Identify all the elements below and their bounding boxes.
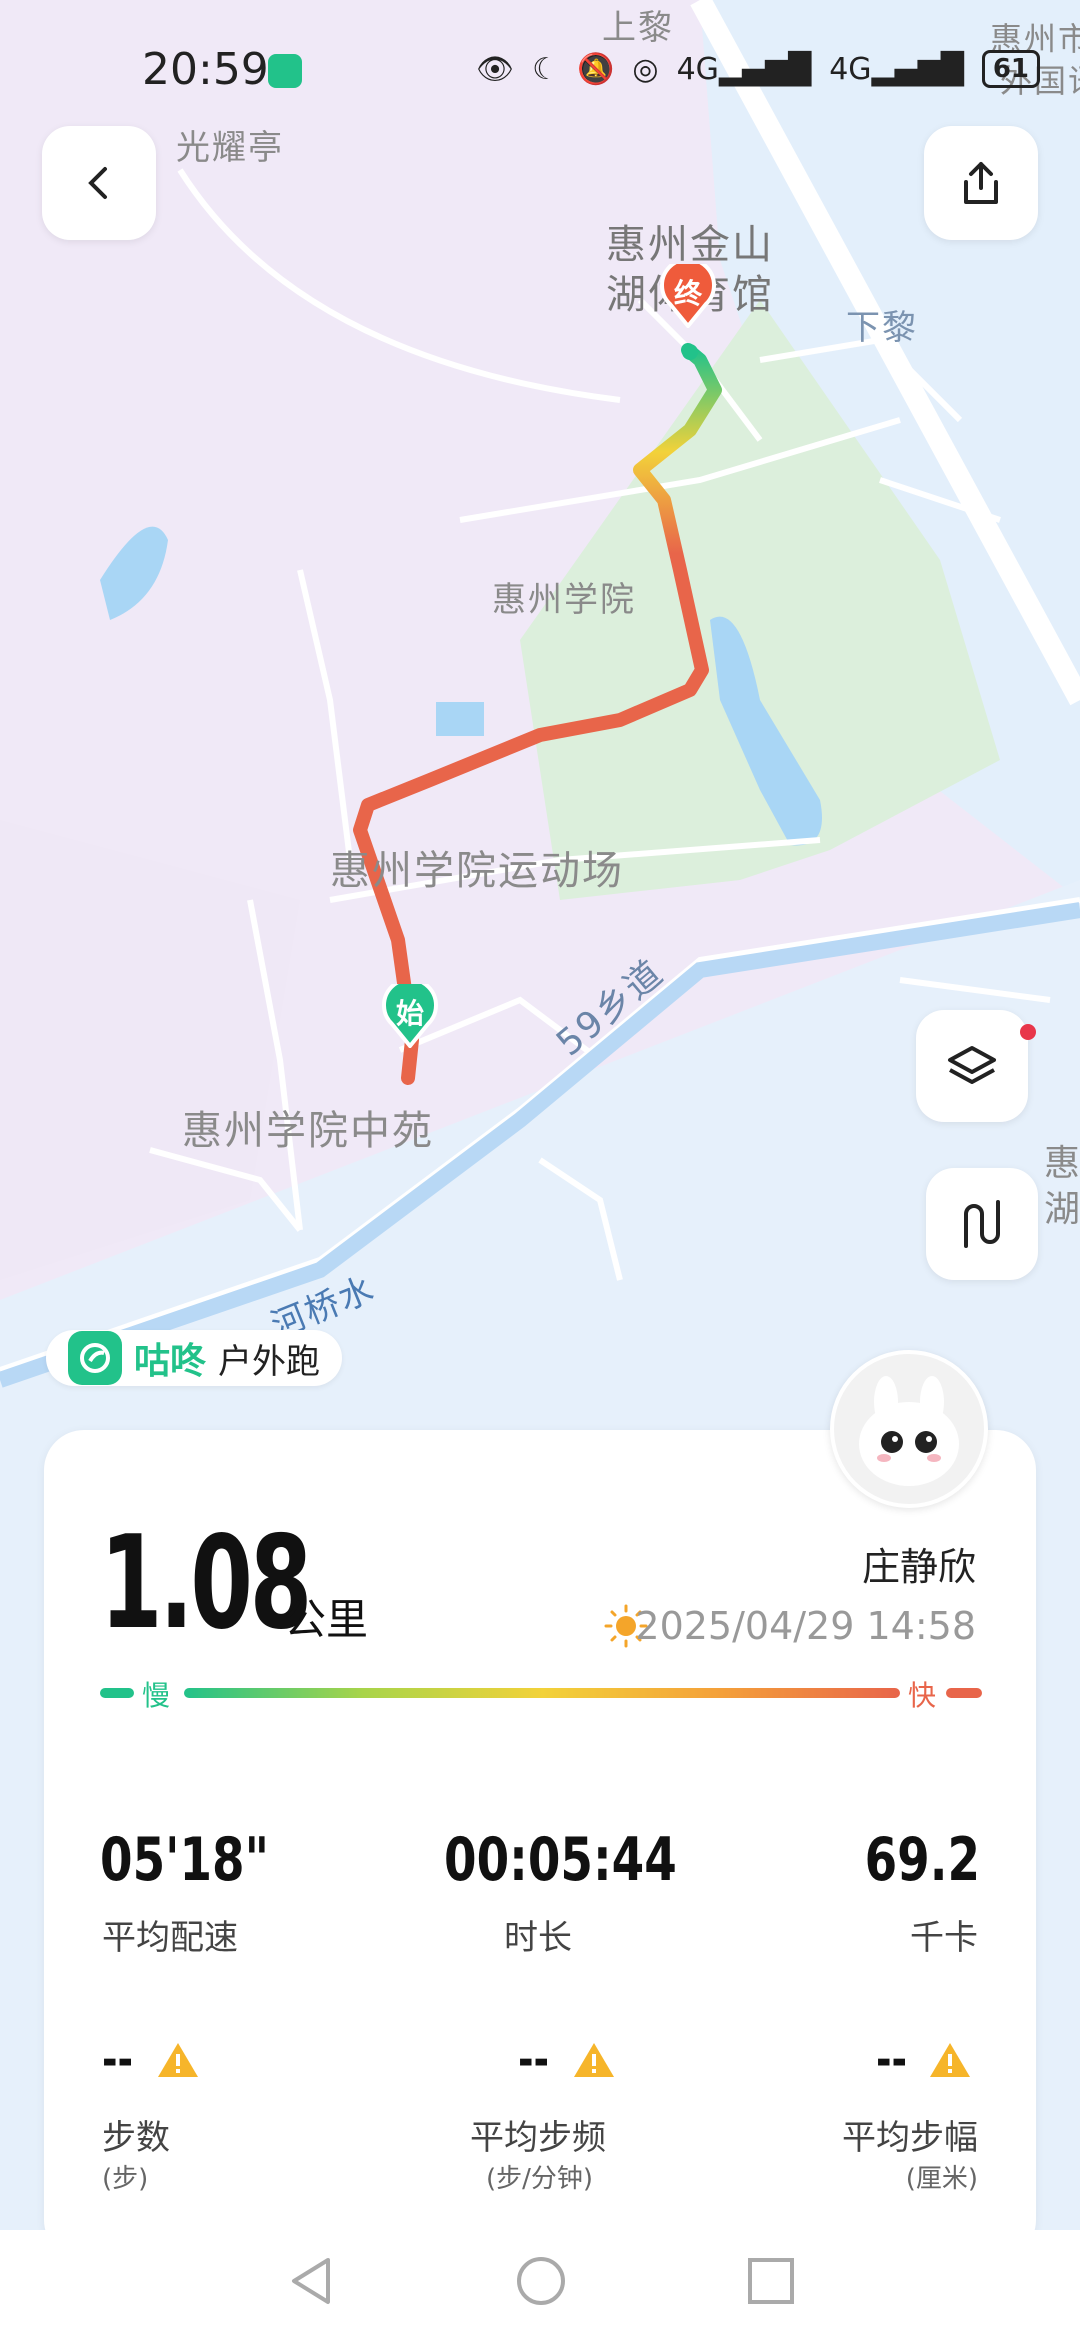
status-bar: 20:59 👁 ☾ 🔕 ◎ 4G▂▄▆█ 4G▂▄▆█ 61	[0, 44, 1080, 100]
calories-value: 69.2	[864, 1825, 980, 1895]
calories-label: 千卡	[910, 1918, 978, 1958]
warning-icon[interactable]	[156, 2040, 200, 2080]
activity-type: 户外跑	[218, 1341, 321, 1382]
signal-4g-icon-2: 4G▂▄▆█	[829, 51, 964, 87]
moon-icon: ☾	[532, 51, 560, 87]
eye-icon: 👁	[476, 51, 515, 87]
activity-brand: 咕咚	[134, 1341, 207, 1382]
route-icon	[964, 1200, 1000, 1248]
steps-label: 步数	[102, 2118, 170, 2158]
duration-value: 00:05:44	[444, 1825, 677, 1895]
map-label-zhongyuan: 惠州学院中苑	[182, 1108, 434, 1154]
user-name: 庄静欣	[861, 1545, 976, 1589]
pace-gradient	[184, 1688, 900, 1698]
cadence-unit: (步/分钟)	[486, 2164, 594, 2194]
app-notification-icon	[268, 54, 302, 88]
end-marker-label: 终	[673, 277, 702, 310]
pace-legend: 慢 快	[100, 1679, 982, 1712]
duration-label: 时长	[504, 1918, 572, 1958]
pace-fast-segment	[946, 1688, 982, 1698]
pace-fast-label: 快	[908, 1679, 937, 1712]
stride-unit: (厘米)	[905, 2164, 978, 2194]
warning-icon[interactable]	[572, 2040, 616, 2080]
back-button[interactable]	[42, 126, 156, 240]
route-end-dot	[682, 344, 698, 360]
start-marker: 始	[382, 977, 438, 1050]
map-label-university: 惠州学院	[492, 580, 636, 620]
mute-bell-icon: 🔕	[577, 51, 615, 87]
system-nav-bar	[0, 2230, 1080, 2340]
steps-value: --	[102, 2032, 134, 2088]
share-button[interactable]	[924, 126, 1038, 240]
warning-icon[interactable]	[928, 2040, 972, 2080]
route-playback-button[interactable]	[926, 1168, 1038, 1280]
layers-button[interactable]	[916, 1010, 1036, 1122]
end-marker: 终	[660, 257, 716, 330]
nav-back-icon[interactable]	[284, 2254, 338, 2308]
nav-home-icon[interactable]	[514, 2254, 568, 2308]
avg-pace-label: 平均配速	[102, 1918, 238, 1958]
map-label-shangli: 上黎	[602, 8, 674, 48]
map-label-guangyaoting: 光耀亭	[176, 128, 284, 168]
cadence-value: --	[518, 2032, 550, 2088]
pace-slow-label: 慢	[142, 1679, 171, 1712]
nav-recents-icon[interactable]	[744, 2254, 798, 2308]
avg-pace-value: 05'18"	[100, 1825, 269, 1895]
battery-icon: 61	[981, 50, 1040, 88]
start-marker-label: 始	[395, 997, 424, 1030]
activity-datetime: 2025/04/29 14:58	[635, 1604, 976, 1648]
status-time: 20:59	[142, 44, 269, 95]
activity-badge: 咕咚 户外跑	[46, 1330, 343, 1386]
steps-unit: (步)	[102, 2164, 149, 2194]
map-label-stadium: 惠州学院运动场	[330, 848, 624, 894]
signal-4g-icon: 4G▂▄▆█	[676, 51, 812, 87]
pace-slow-segment	[100, 1688, 134, 1698]
hotspot-icon: ◎	[632, 51, 659, 87]
chevron-left-icon	[88, 167, 107, 199]
stride-label: 平均步幅	[842, 2118, 978, 2158]
map-label-xiali: 下黎	[846, 308, 918, 348]
layers-notification-dot	[1020, 1024, 1036, 1040]
map-label-hu-edge2: 湖	[1044, 1189, 1080, 1230]
cadence-label: 平均步频	[470, 2118, 606, 2158]
stride-value: --	[876, 2032, 908, 2088]
map-label-hu-edge1: 惠	[1044, 1143, 1080, 1184]
share-icon	[964, 162, 998, 204]
layers-icon	[948, 1046, 996, 1084]
distance-unit: 公里	[284, 1595, 369, 1644]
distance-value: 1.08	[100, 1509, 312, 1658]
codoon-logo-icon	[68, 1331, 122, 1385]
avatar[interactable]	[830, 1350, 988, 1508]
